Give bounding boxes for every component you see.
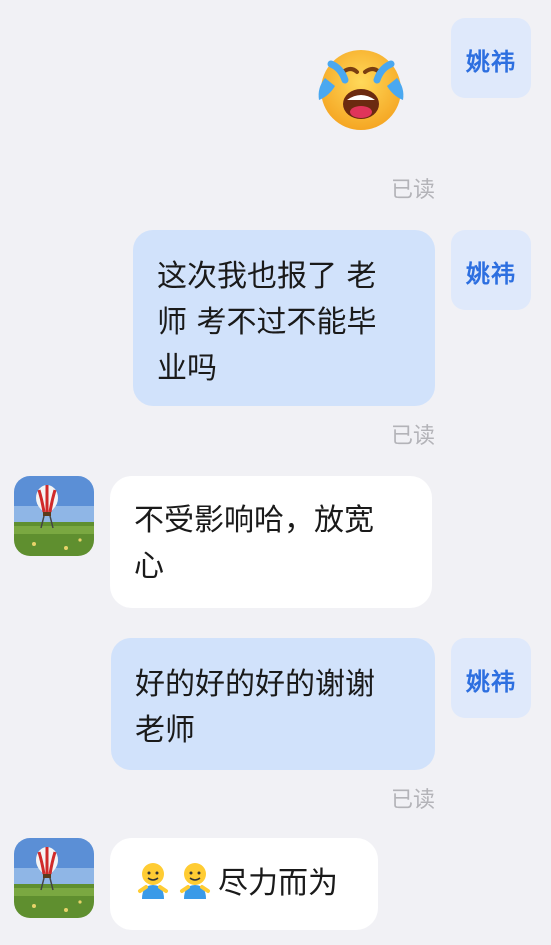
smiling-person-emoji-icon (134, 861, 172, 918)
sender-avatar[interactable]: 姚祎 (451, 18, 531, 98)
message-1: 姚祎 已读 (0, 0, 551, 210)
message-line: 心 (134, 549, 164, 584)
sender-avatar-name: 姚祎 (466, 260, 516, 288)
message-bubble[interactable]: 不受影响哈，放宽 心 (110, 476, 432, 608)
read-status: 已读 (390, 424, 435, 449)
message-2: 姚祎 这次我也报了 老 师 考不过不能毕 业吗 已读 (0, 210, 551, 450)
message-text: 尽力而为 (218, 866, 338, 901)
message-line: 不受影响哈，放宽 (134, 503, 374, 538)
loudly-crying-face-icon[interactable] (313, 38, 409, 134)
message-3: 不受影响哈，放宽 心 (0, 470, 551, 620)
sender-avatar[interactable]: 姚祎 (451, 230, 531, 310)
message-line: 老师 (135, 713, 195, 748)
message-bubble[interactable]: 尽力而为 (110, 838, 378, 930)
message-5: 尽力而为 (0, 830, 551, 945)
hot-air-balloon-icon (14, 476, 94, 556)
message-line: 师 考不过不能毕 (157, 305, 377, 340)
message-bubble[interactable]: 这次我也报了 老 师 考不过不能毕 业吗 (133, 230, 435, 406)
hot-air-balloon-icon (14, 838, 94, 918)
message-line: 好的好的好的谢谢 (135, 667, 375, 702)
read-status: 已读 (390, 788, 435, 813)
sender-avatar-name: 姚祎 (466, 48, 516, 76)
message-line: 业吗 (157, 351, 217, 386)
avatar[interactable] (14, 838, 94, 918)
avatar[interactable] (14, 476, 94, 556)
message-line: 这次我也报了 老 (157, 259, 377, 294)
smiling-person-emoji-icon (176, 861, 214, 918)
read-status: 已读 (390, 178, 435, 203)
sender-avatar-name: 姚祎 (466, 668, 516, 696)
message-bubble[interactable]: 好的好的好的谢谢 老师 (111, 638, 435, 770)
message-4: 姚祎 好的好的好的谢谢 老师 已读 (0, 630, 551, 820)
sender-avatar[interactable]: 姚祎 (451, 638, 531, 718)
